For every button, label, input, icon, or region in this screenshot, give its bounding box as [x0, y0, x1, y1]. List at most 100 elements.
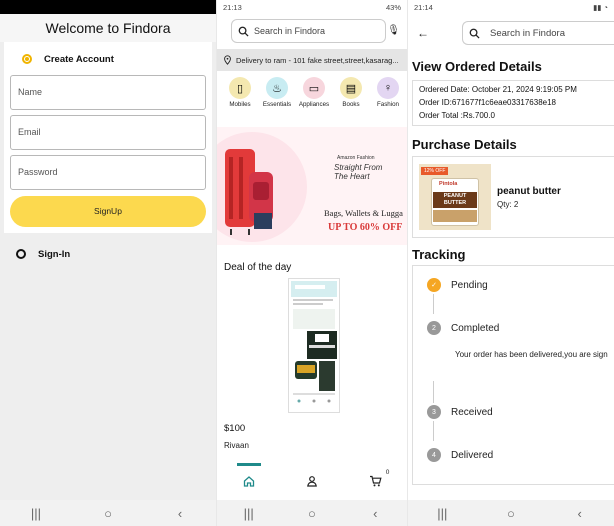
signin-option[interactable]: Sign-In [4, 243, 212, 265]
email-field[interactable]: Email [10, 115, 206, 150]
tracking-message: Your order has been delivered,you are si… [455, 350, 608, 359]
delivery-address-bar[interactable]: Delivery to ram - 101 fake street,street… [217, 49, 407, 71]
discount-badge: 12% OFF [421, 167, 449, 175]
product-card[interactable]: 12% OFF Pintola PEANUT BUTTER peanut but… [412, 156, 614, 238]
deal-vendor: Rivaan [224, 441, 249, 450]
product-label: PEANUT BUTTER [433, 192, 477, 208]
page-title: Welcome to Findora [0, 14, 216, 42]
create-account-option[interactable]: Create Account [10, 48, 206, 70]
step-connector [433, 421, 434, 441]
mic-icon[interactable]: 🎙 [387, 25, 400, 36]
radio-unselected-icon[interactable] [16, 249, 26, 259]
system-nav-bar: ||| ○ ‹ [0, 500, 216, 526]
order-info-box: Ordered Date: October 21, 2024 9:19:05 P… [412, 80, 614, 126]
status-bar: 21:14 ▮▮ ◔ [408, 0, 614, 14]
signin-label: Sign-In [38, 248, 71, 260]
search-placeholder: Search in Findora [254, 26, 326, 36]
deal-price: $100 [224, 423, 246, 434]
step-label: Completed [451, 322, 500, 334]
create-account-label: Create Account [44, 53, 114, 65]
tracking-heading: Tracking [412, 247, 466, 262]
search-input[interactable]: Search in Findora 🎙 [231, 19, 400, 43]
category-row: ▯ Mobiles ♨ Essentials ▭ Appliances ▤ Books ♀ Fas… [217, 71, 407, 115]
banner-brand: Amazon Fashion [337, 155, 375, 161]
signup-card: Create Account Name Email Password SignU… [4, 42, 212, 233]
status-battery: 43% [385, 2, 401, 12]
home-nav-icon[interactable]: ○ [300, 506, 324, 521]
tab-account[interactable] [298, 475, 326, 487]
category-fashion[interactable]: ♀ Fashion [373, 77, 403, 115]
search-placeholder: Search in Findora [490, 27, 565, 39]
deal-screenshot-thumbnail [291, 281, 337, 403]
status-time: 21:14 [414, 2, 433, 12]
category-label: Fashion [376, 101, 399, 108]
location-pin-icon [224, 55, 231, 65]
essentials-icon: ♨ [266, 77, 288, 99]
order-id: Order ID:671677f1c6eae03317638e18 [419, 98, 556, 107]
bottom-tab-bar: 0 [217, 462, 407, 500]
category-books[interactable]: ▤ Books [336, 77, 366, 115]
signup-button[interactable]: SignUp [10, 196, 206, 227]
password-field[interactable]: Password [10, 155, 206, 190]
banner-tagline: Straight From The Heart [334, 163, 383, 181]
category-label: Appliances [298, 101, 330, 108]
status-bar: 21:13 43% [217, 0, 407, 14]
deal-of-day-title: Deal of the day [224, 262, 292, 273]
cart-count-badge: 0 [385, 469, 390, 476]
search-icon [469, 28, 480, 39]
back-nav-icon[interactable]: ‹ [363, 506, 387, 521]
home-nav-icon[interactable]: ○ [96, 506, 120, 521]
product-brand: Pintola [439, 181, 458, 187]
header-bar: ← Search in Findora [408, 14, 614, 52]
signup-screen: Welcome to Findora Create Account Name E… [0, 0, 216, 526]
home-icon [243, 476, 254, 487]
category-appliances[interactable]: ▭ Appliances [299, 77, 329, 115]
deal-product-image[interactable] [288, 278, 340, 413]
order-details-screen: 21:14 ▮▮ ◔ ← Search in Findora View Orde… [408, 0, 614, 526]
category-label: Mobiles [229, 101, 251, 108]
recent-apps-icon[interactable]: ||| [24, 506, 48, 521]
delivery-text: Delivery to ram - 101 fake street,street… [236, 55, 399, 65]
step-pending: ✓ Pending [427, 278, 488, 292]
category-label: Essentials [262, 101, 292, 108]
order-total: Order Total :Rs.700.0 [419, 111, 495, 120]
tab-home[interactable] [235, 463, 263, 487]
step-label: Pending [451, 279, 488, 291]
step-connector [433, 381, 434, 403]
recent-apps-icon[interactable]: ||| [237, 506, 261, 521]
banner-category-text: Bags, Wallets & Lugga [324, 208, 403, 218]
book-icon: ▤ [340, 77, 362, 99]
search-input[interactable]: Search in Findora [462, 21, 614, 45]
search-icon [238, 26, 249, 37]
fashion-icon: ♀ [377, 77, 399, 99]
check-icon: ✓ [427, 278, 441, 292]
tab-cart[interactable]: 0 [361, 469, 389, 487]
status-time: 21:13 [223, 2, 242, 12]
home-screen: 21:13 43% Search in Findora 🎙 Delivery t… [217, 0, 407, 526]
appliance-icon: ▭ [303, 77, 325, 99]
category-essentials[interactable]: ♨ Essentials [262, 77, 292, 115]
back-nav-icon[interactable]: ‹ [168, 506, 192, 521]
back-nav-icon[interactable]: ‹ [568, 506, 592, 521]
status-icons: ▮▮ ◔ [593, 2, 608, 12]
radio-selected-icon[interactable] [22, 54, 32, 64]
product-image: 12% OFF Pintola PEANUT BUTTER [419, 164, 491, 230]
step-received: 3 Received [427, 405, 493, 419]
name-field[interactable]: Name [10, 75, 206, 110]
promo-banner[interactable]: Amazon Fashion Straight From The Heart B… [217, 127, 407, 245]
person-icon [307, 476, 317, 487]
system-nav-bar: ||| ○ ‹ [217, 500, 407, 526]
recent-apps-icon[interactable]: ||| [430, 506, 454, 521]
home-nav-icon[interactable]: ○ [499, 506, 523, 521]
step-label: Received [451, 406, 493, 418]
step-number: 2 [427, 321, 441, 335]
step-label: Delivered [451, 449, 494, 461]
step-number: 3 [427, 405, 441, 419]
back-arrow-icon[interactable]: ← [408, 26, 438, 40]
banner-offer-text: UP TO 60% OFF [328, 222, 403, 233]
category-mobiles[interactable]: ▯ Mobiles [225, 77, 255, 115]
step-delivered: 4 Delivered [427, 448, 493, 462]
cart-icon [369, 475, 382, 487]
step-connector [433, 294, 434, 314]
product-qty: Qty: 2 [497, 199, 519, 209]
